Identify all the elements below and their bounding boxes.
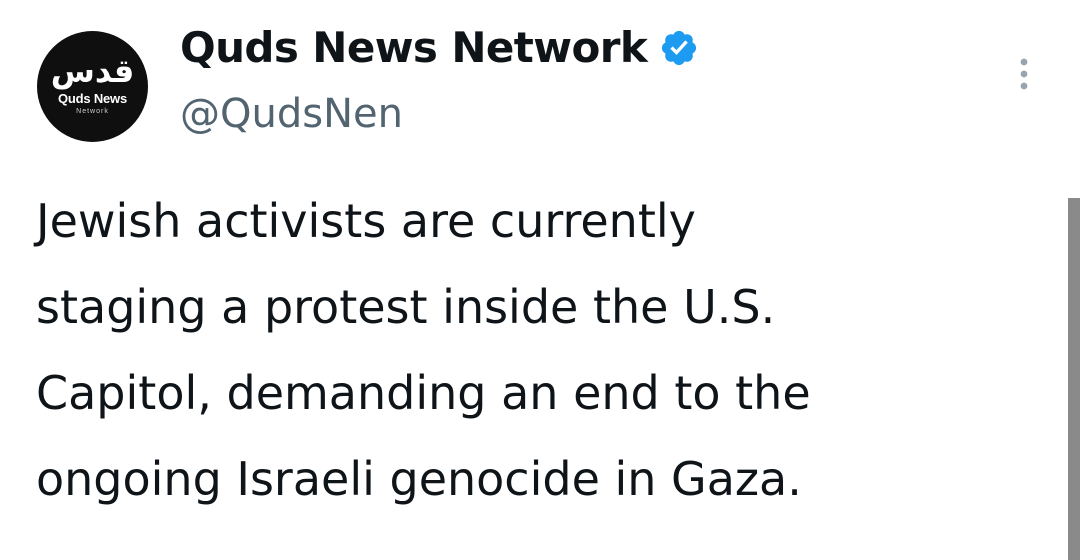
user-handle[interactable]: @QudsNen: [180, 86, 403, 142]
verified-badge-icon[interactable]: [659, 28, 699, 68]
display-name-row: Quds News Network: [180, 18, 699, 78]
scrollbar[interactable]: [1068, 198, 1080, 560]
more-vertical-icon: [1020, 58, 1028, 90]
avatar[interactable]: قدس Quds News Network: [37, 31, 148, 142]
more-options-button[interactable]: [1010, 56, 1038, 92]
avatar-logo-name: Quds News: [58, 91, 127, 106]
display-name[interactable]: Quds News Network: [180, 18, 648, 78]
tweet-text-line: Jewish activists are currently: [36, 194, 696, 248]
tweet-text-line: ongoing Israeli genocide in Gaza.: [36, 452, 802, 506]
avatar-logo-arabic: قدس: [50, 52, 135, 90]
avatar-logo-subtitle: Network: [76, 108, 109, 115]
tweet-text-line: Capitol, demanding an end to the: [36, 366, 811, 420]
tweet-text: Jewish activists are currently staging a…: [36, 178, 1056, 522]
tweet-text-line: staging a protest inside the U.S.: [36, 280, 776, 334]
